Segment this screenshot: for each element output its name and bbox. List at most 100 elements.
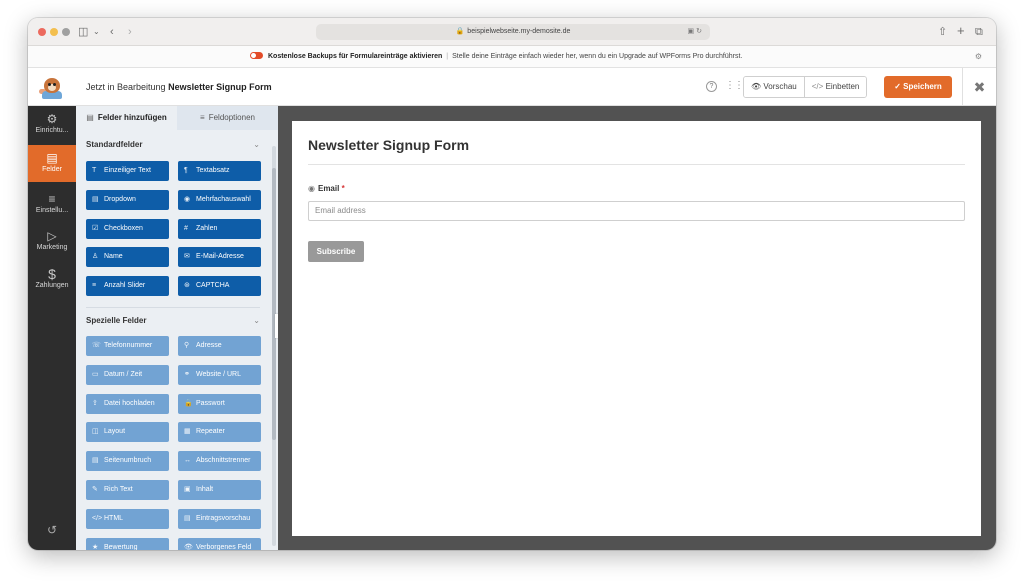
form-name: Newsletter Signup Form	[168, 82, 272, 92]
zoom-window-button[interactable]	[62, 28, 70, 36]
panel-scrollbar-thumb[interactable]	[272, 168, 276, 440]
megaphone-icon: ▷	[47, 229, 57, 243]
new-tab-icon[interactable]: +	[957, 23, 965, 39]
field-button-abschnittstrenner[interactable]: ↔ Abschnittstrenner	[178, 451, 261, 472]
sidebar-icon[interactable]: ◫	[78, 24, 88, 40]
field-button-label: Rich Text	[104, 486, 133, 493]
field-button-label: Name	[104, 253, 123, 261]
backup-toggle[interactable]	[250, 52, 263, 59]
save-button[interactable]: ✓ Speichern	[884, 76, 952, 98]
help-icon[interactable]: ?	[706, 81, 717, 92]
field-button-label: Verborgenes Feld	[196, 543, 252, 550]
tab-field-options[interactable]: ≡ Feldoptionen	[177, 106, 278, 130]
field-button-layout[interactable]: ◫ Layout	[86, 422, 169, 443]
nav-item-payments[interactable]: $ Zahlungen	[28, 261, 76, 298]
field-button-checkboxen[interactable]: ☑ Checkboxen	[86, 218, 169, 239]
reload-icon[interactable]: ↻	[696, 28, 702, 35]
translate-icon[interactable]: ▣	[688, 28, 695, 35]
field-button-html[interactable]: </> HTML	[86, 508, 169, 529]
close-window-button[interactable]	[38, 28, 46, 36]
share-icon[interactable]: ⇧	[938, 24, 947, 40]
eye-icon: 👁	[751, 82, 762, 91]
hidden-icon: 👁	[184, 543, 193, 550]
field-button-anzahl-slider[interactable]: ≡ Anzahl Slider	[86, 276, 169, 297]
check-icon: ✓	[894, 82, 901, 91]
field-button-label: Website / URL	[196, 370, 241, 378]
field-button-label: Checkboxen	[104, 224, 143, 232]
close-builder-icon[interactable]: ✖	[962, 68, 996, 106]
nav-item-marketing[interactable]: ▷ Marketing	[28, 223, 76, 260]
field-button-zahlen[interactable]: # Zahlen	[178, 218, 261, 239]
email-field[interactable]: Email address	[308, 201, 965, 221]
email-field-label[interactable]: ◉ Email *	[308, 184, 345, 193]
address-bar[interactable]: 🔒 beispielwebseite.my-demosite.de ▣ ↻	[316, 24, 710, 40]
notice-title: Kostenlose Backups für Formulareinträge …	[268, 53, 443, 60]
field-button-adresse[interactable]: ⚲ Adresse	[178, 336, 261, 356]
embed-button[interactable]: </> Einbetten	[803, 77, 867, 97]
forward-icon[interactable]: ›	[128, 24, 132, 40]
chevron-down-icon: ⌄	[253, 316, 260, 325]
tab-add-fields[interactable]: ▤ Felder hinzufügen	[76, 106, 177, 130]
field-button-name[interactable]: ♙ Name	[86, 247, 169, 268]
layout-icon: ◫	[92, 428, 99, 436]
chevron-down-icon[interactable]: ⌄	[93, 24, 100, 40]
tabs-overview-icon[interactable]: ⧉	[975, 24, 983, 40]
nav-item-fields[interactable]: ▤ Felder	[28, 145, 76, 182]
minimize-window-button[interactable]	[50, 28, 58, 36]
field-button-telefonnummer[interactable]: ☏ Telefonnummer	[86, 336, 169, 356]
field-button-label: E-Mail-Adresse	[196, 253, 244, 261]
content-icon: ▣	[184, 486, 191, 493]
field-button-label: Abschnittstrenner	[196, 457, 251, 465]
phone-icon: ☏	[92, 342, 101, 349]
field-button-label: Telefonnummer	[104, 342, 153, 349]
subscribe-button[interactable]: Subscribe	[308, 241, 364, 262]
field-button-datum-zeit[interactable]: ▭ Datum / Zeit	[86, 364, 169, 385]
field-button-captcha[interactable]: ⊛ CAPTCHA	[178, 276, 261, 297]
field-button-e-mail-adresse[interactable]: ✉ E-Mail-Adresse	[178, 247, 261, 268]
form-preview: Newsletter Signup Form ◉ Email * Email ad…	[292, 121, 981, 536]
field-button-verborgenes-feld[interactable]: 👁 Verborgenes Feld	[178, 537, 261, 550]
field-button-bewertung[interactable]: ★ Bewertung	[86, 537, 169, 550]
preview-button[interactable]: 👁 Vorschau	[744, 77, 804, 97]
section-special-header[interactable]: Spezielle Felder ⌄	[86, 316, 260, 325]
field-button-inhalt[interactable]: ▣ Inhalt	[178, 480, 261, 500]
captcha-icon: ⊛	[184, 282, 190, 290]
field-button-einzeiliger-text[interactable]: T Einzeiliger Text	[86, 161, 169, 181]
nav-item-setup[interactable]: ⚙ Einrichtu...	[28, 106, 76, 143]
nav-item-settings[interactable]: ≡ Einstellu...	[28, 186, 76, 223]
field-button-label: Passwort	[196, 399, 225, 407]
notice-text: Stelle deine Einträge einfach wieder her…	[452, 53, 743, 60]
field-button-rich-text[interactable]: ✎ Rich Text	[86, 480, 169, 500]
field-button-label: Adresse	[196, 342, 222, 349]
field-button-dropdown[interactable]: ▤ Dropdown	[86, 189, 169, 210]
field-button-datei-hochladen[interactable]: ⇪ Datei hochladen	[86, 393, 169, 414]
field-button-label: Layout	[104, 428, 126, 436]
history-icon[interactable]: ↺	[38, 518, 66, 542]
preview-icon: ▤	[184, 514, 191, 522]
text-icon: T	[92, 167, 97, 174]
field-button-repeater[interactable]: ▦ Repeater	[178, 422, 261, 443]
gear-icon[interactable]: ⚙	[975, 46, 982, 68]
nav-item-label: Einstellu...	[35, 207, 69, 214]
sliders-icon: ≡	[200, 113, 205, 122]
browser-window: ◫ ⌄ ‹ › 🔒 beispielwebseite.my-demosite.de…	[28, 18, 996, 550]
embed-label: Einbetten	[825, 82, 860, 91]
lock-icon: 🔒	[184, 399, 193, 407]
field-button-passwort[interactable]: 🔒 Passwort	[178, 393, 261, 414]
field-button-textabsatz[interactable]: ¶ Textabsatz	[178, 161, 261, 181]
notice-separator: |	[446, 53, 449, 60]
field-button-label: CAPTCHA	[196, 282, 230, 290]
section-title: Spezielle Felder	[86, 316, 147, 325]
field-button-mehrfachauswahl[interactable]: ◉ Mehrfachauswahl	[178, 189, 261, 210]
save-label: Speichern	[903, 82, 942, 91]
back-icon[interactable]: ‹	[110, 24, 114, 40]
section-standard-header[interactable]: Standardfelder ⌄	[86, 140, 260, 149]
field-button-website-url[interactable]: ⚭ Website / URL	[178, 364, 261, 385]
repeater-icon: ▦	[184, 428, 191, 436]
page-break-icon: ▤	[92, 457, 99, 465]
field-button-eintragsvorschau[interactable]: ▤ Eintragsvorschau	[178, 508, 261, 529]
dollar-icon: $	[48, 266, 56, 282]
field-button-seitenumbruch[interactable]: ▤ Seitenumbruch	[86, 451, 169, 472]
gear-icon: ⚙	[46, 112, 58, 126]
upload-icon: ⇪	[92, 399, 98, 407]
